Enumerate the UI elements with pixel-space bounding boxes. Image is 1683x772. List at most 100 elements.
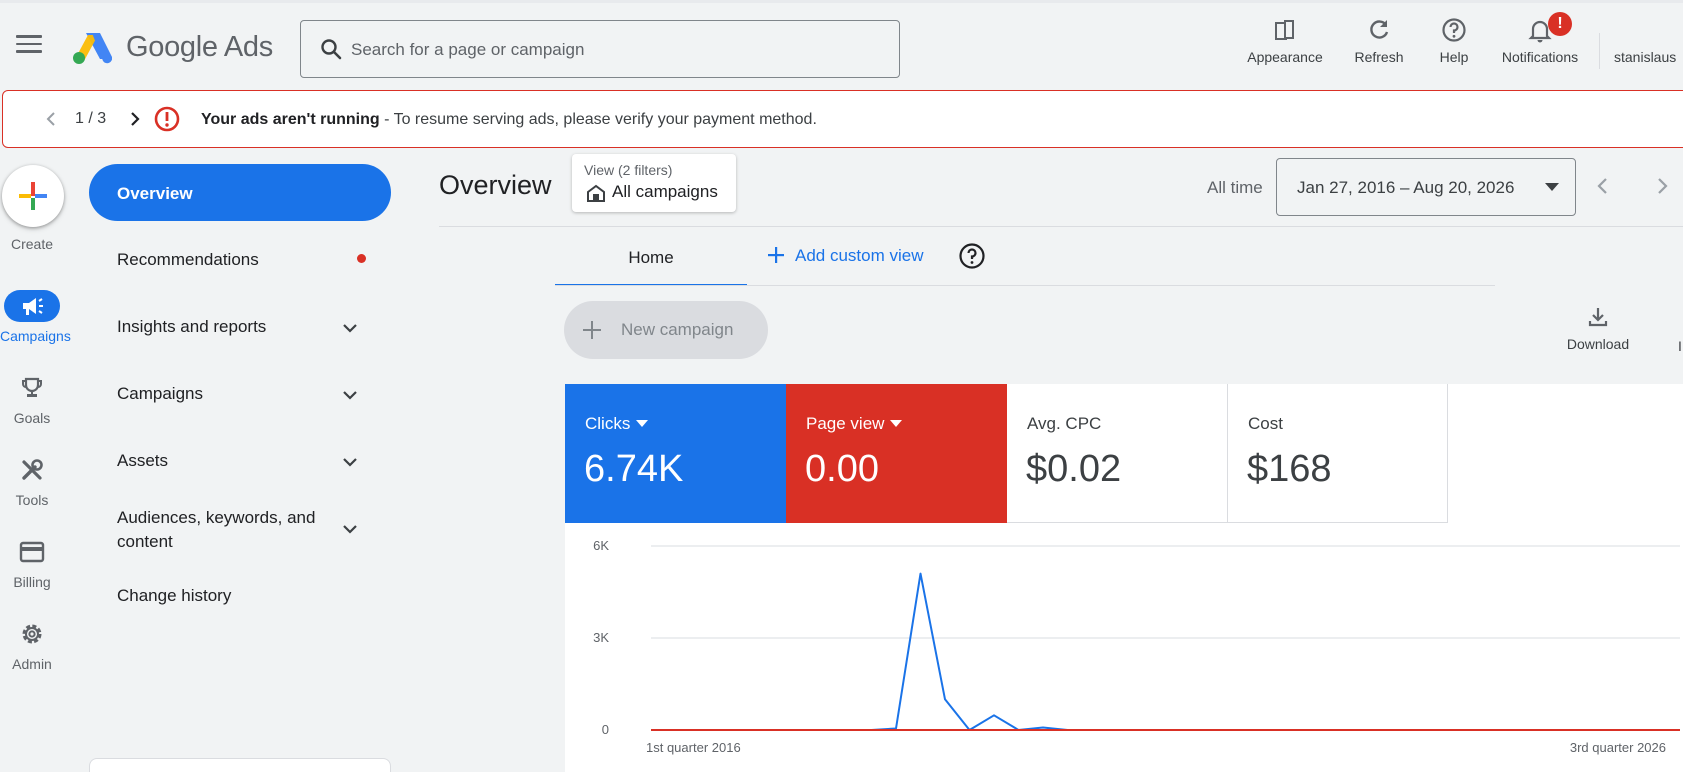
add-custom-view-tab[interactable]: Add custom view — [767, 246, 924, 266]
dropdown-arrow-icon — [1545, 183, 1559, 191]
metric-card-avg-cpc[interactable]: Avg. CPC $0.02 — [1007, 384, 1228, 523]
menu-icon-bar — [16, 50, 42, 53]
create-button[interactable] — [2, 165, 64, 227]
appearance-icon — [1275, 20, 1294, 40]
help-button[interactable]: Help — [1428, 17, 1480, 77]
chevron-down-icon — [343, 525, 357, 534]
nav-insights-label: Insights and reports — [117, 317, 267, 336]
plus-icon — [19, 182, 47, 210]
google-ads-logo-icon — [73, 33, 112, 64]
view-filter-selector[interactable]: View (2 filters) All campaigns — [572, 154, 736, 212]
rail-admin[interactable]: Admin — [0, 618, 64, 672]
nav-insights-and-reports[interactable]: Insights and reports — [89, 317, 391, 337]
appearance-button[interactable]: Appearance — [1237, 17, 1333, 77]
nav-change-history-label: Change history — [117, 586, 232, 605]
alert-message: Your ads aren't running - To resume serv… — [201, 111, 817, 129]
rail-create-label: Create — [10, 236, 54, 252]
rail-campaigns-label: Campaigns — [0, 328, 71, 344]
metric-label[interactable]: Clicks — [585, 414, 649, 434]
line-chart-svg: 6K 3K 0 1st quarter 2016 3rd quarter 2026 — [593, 538, 1680, 755]
chevron-left-icon[interactable] — [41, 109, 61, 129]
menu-icon-bar — [16, 42, 42, 45]
view-filter-value: All campaigns — [612, 182, 718, 201]
chevron-right-icon[interactable] — [1652, 176, 1672, 196]
trophy-icon — [22, 377, 42, 397]
tab-home[interactable]: Home — [555, 230, 747, 286]
nav-assets-label: Assets — [117, 451, 169, 470]
rail-billing[interactable]: Billing — [0, 536, 64, 590]
search-bar[interactable] — [300, 20, 900, 78]
rail-admin-pill — [4, 618, 60, 650]
rail-admin-label: Admin — [12, 656, 52, 672]
main-menu-button[interactable] — [16, 35, 42, 55]
add-custom-view-label: Add custom view — [795, 246, 924, 265]
plus-icon — [583, 321, 601, 339]
notifications-button[interactable]: Notifications ! — [1492, 12, 1588, 77]
alert-banner: 1 / 3 Your ads aren't running - To resum… — [2, 90, 1683, 148]
metric-card-clicks[interactable]: Clicks 6.74K — [565, 384, 786, 523]
y-tick-label: 6K — [593, 538, 609, 553]
x-tick-label: 3rd quarter 2026 — [1570, 740, 1666, 755]
chevron-left-icon[interactable] — [1593, 176, 1613, 196]
appearance-label: Appearance — [1247, 49, 1323, 65]
date-preset-label: All time — [1207, 178, 1263, 197]
download-label: Download — [1566, 336, 1630, 352]
download-icon — [1588, 308, 1608, 327]
rail-campaigns[interactable]: Campaigns — [0, 290, 71, 344]
new-campaign-label: New campaign — [621, 320, 734, 339]
account-name[interactable]: stanislaus — [1614, 49, 1676, 65]
rail-goals[interactable]: Goals — [0, 372, 64, 426]
recommendations-badge — [357, 254, 366, 263]
dropdown-arrow-icon — [636, 420, 649, 427]
help-label: Help — [1439, 49, 1469, 65]
nav-audiences-keywords-content[interactable]: Audiences, keywords, and content — [89, 506, 391, 554]
download-button[interactable]: Download — [1562, 306, 1634, 352]
metric-card-cost[interactable]: Cost $168 — [1228, 384, 1448, 523]
rail-goals-label: Goals — [13, 410, 51, 426]
series-line-clicks — [651, 572, 1680, 731]
page-title: Overview — [439, 170, 552, 200]
chevron-right-icon[interactable] — [125, 109, 145, 129]
rail-billing-label: Billing — [13, 574, 51, 590]
nav-recommendations-label: Recommendations — [117, 250, 259, 269]
nav-recommendations[interactable]: Recommendations — [89, 250, 391, 270]
nav-campaigns[interactable]: Campaigns — [89, 384, 391, 404]
refresh-label: Refresh — [1354, 49, 1404, 65]
topbar-divider — [1599, 33, 1600, 69]
help-icon[interactable] — [958, 242, 986, 270]
nav-overview[interactable]: Overview — [89, 164, 391, 221]
dropdown-arrow-icon — [890, 420, 903, 427]
metric-value: $0.02 — [1026, 448, 1122, 490]
megaphone-icon — [23, 298, 43, 315]
y-tick-label: 3K — [593, 630, 609, 645]
error-icon — [154, 106, 180, 132]
help-icon — [1442, 18, 1466, 42]
y-tick-label: 0 — [602, 722, 609, 737]
new-campaign-button[interactable]: New campaign — [564, 301, 768, 359]
search-icon — [321, 39, 342, 60]
rail-goals-pill — [4, 372, 60, 404]
toolbar-cut-off-label: I — [1678, 338, 1682, 354]
tabs-divider — [555, 285, 1495, 286]
date-range-picker[interactable]: Jan 27, 2016 – Aug 20, 2026 — [1276, 158, 1576, 216]
rail-tools-label: Tools — [15, 492, 49, 508]
chevron-down-icon — [343, 324, 357, 333]
alert-title: Your ads aren't running — [201, 111, 380, 128]
x-tick-label: 1st quarter 2016 — [646, 740, 741, 755]
nav-change-history[interactable]: Change history — [89, 586, 391, 606]
metric-label[interactable]: Page view — [806, 414, 903, 434]
metric-label-text: Page view — [806, 414, 885, 433]
rail-campaigns-pill — [4, 290, 60, 322]
view-filter-label: View (2 filters) — [584, 162, 673, 178]
metric-card-empty-area — [1448, 384, 1683, 523]
refresh-button[interactable]: Refresh — [1344, 17, 1414, 77]
notification-badge: ! — [1548, 12, 1572, 36]
search-input[interactable] — [351, 35, 871, 65]
rail-tools[interactable]: Tools — [0, 454, 64, 508]
metric-card-page-view[interactable]: Page view 0.00 — [786, 384, 1007, 523]
metric-label-text: Clicks — [585, 414, 631, 433]
nav-campaigns-label: Campaigns — [117, 384, 203, 403]
chevron-down-icon — [343, 391, 357, 400]
chevron-down-icon — [343, 458, 357, 467]
nav-assets[interactable]: Assets — [89, 451, 391, 471]
